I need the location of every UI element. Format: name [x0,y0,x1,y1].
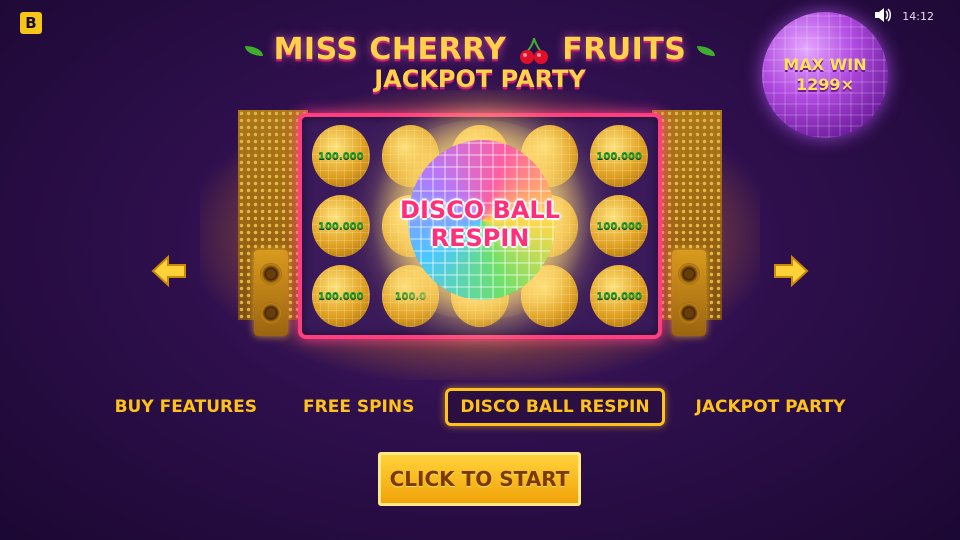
leaf-icon [697,45,716,56]
feature-caption: DISCO BALL RESPIN [380,196,580,252]
feature-caption-line1: DISCO BALL [400,196,560,224]
title-part1: MISS CHERRY [273,32,507,67]
speaker-cone [260,262,282,285]
tab-jackpot-party[interactable]: JACKPOT PARTY [681,388,861,426]
click-to-start-button[interactable]: CLICK TO START [378,452,581,506]
system-bar: 14:12 [874,8,934,25]
feature-tabs: BUY FEATURES FREE SPINS DISCO BALL RESPI… [0,388,960,426]
feature-caption-line2: RESPIN [430,224,530,252]
max-win-badge: MAX WIN 1299× [762,12,888,138]
speaker-cone [260,301,282,324]
reel-cell: 100.000 [590,265,648,327]
speaker-cone [678,262,700,285]
max-win-label: MAX WIN [783,55,867,74]
arrow-left-icon[interactable] [150,252,188,290]
cherry-icon [519,36,549,66]
title-part2: FRUITS [562,32,687,67]
right-speaker-icon [672,250,706,336]
tab-free-spins[interactable]: FREE SPINS [288,388,429,426]
reel-cell: 100.000 [312,265,370,327]
arrow-right-icon[interactable] [772,252,810,290]
leaf-icon [244,45,263,56]
tab-buy-features[interactable]: BUY FEATURES [100,388,272,426]
speaker-icon[interactable] [874,8,892,25]
clock-time: 14:12 [902,10,934,23]
reel-cell: 100.000 [312,125,370,187]
reel-cell: 100.000 [590,125,648,187]
left-speaker-icon [254,250,288,336]
tab-disco-ball-respin[interactable]: DISCO BALL RESPIN [445,388,665,426]
speaker-cone [678,301,700,324]
max-win-value: 1299× [796,75,854,94]
brand-logo: B [20,12,42,34]
